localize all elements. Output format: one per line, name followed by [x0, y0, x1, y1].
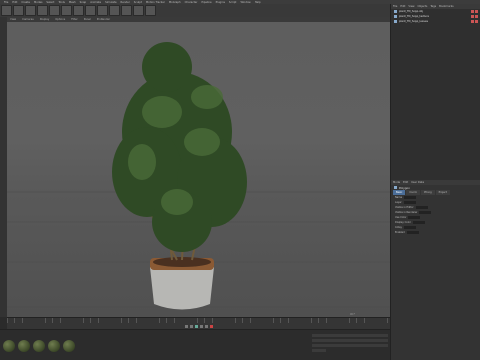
material-tag-icon[interactable] [471, 10, 474, 13]
material-swatch[interactable] [18, 340, 30, 352]
viewport[interactable] [7, 22, 390, 317]
camera-icon[interactable] [145, 5, 156, 16]
coord-apply[interactable] [312, 349, 326, 352]
material-tag-icon[interactable] [471, 20, 474, 23]
attribute-label: Use Color [395, 216, 407, 219]
viewport-menu-2[interactable]: Display [40, 18, 50, 21]
go-end-icon[interactable] [204, 325, 208, 328]
material-swatch[interactable] [63, 340, 75, 352]
attribute-label: Display Color [395, 221, 411, 224]
material-tag-icon[interactable] [475, 15, 478, 18]
right-panel: File Edit View Objects Tags Bookmarks plant_T… [390, 4, 480, 360]
attribute-value[interactable] [412, 220, 425, 225]
object-icon [394, 15, 397, 18]
go-start-icon[interactable] [184, 325, 188, 328]
undo-icon[interactable] [1, 5, 12, 16]
polygon-icon [394, 186, 397, 189]
record-icon[interactable] [209, 325, 213, 328]
object-menu-1[interactable]: Edit [400, 5, 405, 8]
redo-icon[interactable] [13, 5, 24, 16]
material-tag-icon[interactable] [471, 15, 474, 18]
attribute-value[interactable] [404, 195, 417, 200]
object-list: plant_TN_hopp.obj plant_TN_hopp_texturepl… [391, 9, 480, 24]
deformer-icon[interactable] [121, 5, 132, 16]
attribute-tab-1[interactable]: Coord. [406, 190, 421, 195]
viewport-menu-6[interactable]: ProRender [97, 18, 110, 21]
attribute-tab-0[interactable]: Basic [393, 190, 406, 195]
material-swatch[interactable] [48, 340, 60, 352]
plant-foliage [112, 42, 247, 252]
attribute-value[interactable] [406, 230, 419, 235]
next-frame-icon[interactable] [199, 325, 203, 328]
attribute-tab-3[interactable]: Project [435, 190, 450, 195]
object-tags [471, 20, 480, 23]
render-icon[interactable] [73, 5, 84, 16]
timeline[interactable] [7, 317, 390, 329]
attribute-tab-2[interactable]: Phong [421, 190, 435, 195]
object-icon [394, 20, 397, 23]
material-list [3, 340, 75, 352]
coord-y[interactable] [312, 339, 388, 342]
viewport-menu-5[interactable]: Panel [84, 18, 91, 21]
material-swatch[interactable] [3, 340, 15, 352]
coordinate-manager [310, 332, 390, 360]
attribute-manager: Mode Edit User Data Polygon Basic Coord. Pho… [391, 180, 480, 360]
scale-icon[interactable] [49, 5, 60, 16]
attribute-menu-2[interactable]: User Data [411, 181, 424, 184]
material-swatch[interactable] [33, 340, 45, 352]
attribute-value[interactable] [419, 210, 432, 215]
attribute-label: Visible in Editor [395, 206, 414, 209]
material-tag-icon[interactable] [475, 10, 478, 13]
viewport-menu-4[interactable]: Filter [71, 18, 77, 21]
object-icon [394, 10, 397, 13]
attribute-label: Visible in Renderer [395, 211, 418, 214]
attribute-label: X-Ray [395, 226, 402, 229]
rotate-icon[interactable] [61, 5, 72, 16]
viewport-menu-3[interactable]: Options [55, 18, 65, 21]
coord-z[interactable] [312, 344, 388, 347]
light-icon[interactable] [133, 5, 144, 16]
left-mode-bar [0, 17, 7, 317]
object-row[interactable]: plant_TN_hopp_leaves [391, 19, 480, 24]
nurbs-icon[interactable] [109, 5, 120, 16]
object-menu-2[interactable]: View [408, 5, 414, 8]
attribute-row: Enabled [391, 230, 480, 235]
attribute-label: Name [395, 196, 403, 199]
plant-pot [150, 257, 214, 310]
attribute-value[interactable] [408, 215, 421, 220]
object-name: plant_TN_hopp_leaves [399, 20, 428, 23]
main-toolbar [0, 4, 390, 17]
prev-frame-icon[interactable] [189, 325, 193, 328]
attribute-menu-1[interactable]: Edit [403, 181, 408, 184]
object-menu-4[interactable]: Tags [430, 5, 436, 8]
attribute-value[interactable] [415, 205, 428, 210]
attribute-menu-0[interactable]: Mode [393, 181, 400, 184]
object-tags [471, 10, 480, 13]
attribute-rows: Name Layer Visible in Editor Visible in Ren… [391, 195, 480, 235]
frame-end: 90 F [350, 313, 355, 316]
object-menu-5[interactable]: Bookmarks [439, 5, 454, 8]
object-menu-3[interactable]: Objects [418, 5, 428, 8]
attribute-label: Enabled [395, 231, 405, 234]
viewport-menu-0[interactable]: View [10, 18, 16, 21]
attribute-value[interactable] [403, 200, 416, 205]
object-name: plant_TN_hopp.obj [399, 10, 424, 13]
spline-icon[interactable] [97, 5, 108, 16]
viewport-menu-1[interactable]: Cameras [22, 18, 34, 21]
play-icon[interactable] [194, 325, 198, 328]
cube-icon[interactable] [85, 5, 96, 16]
attribute-label: Layer [395, 201, 402, 204]
object-tags [471, 15, 480, 18]
coord-x[interactable] [312, 334, 388, 337]
move-icon[interactable] [37, 5, 48, 16]
select-icon[interactable] [25, 5, 36, 16]
material-tag-icon[interactable] [475, 20, 478, 23]
attribute-value[interactable] [403, 225, 416, 230]
object-name: plant_TN_hopp_texture [399, 15, 429, 18]
object-menu-0[interactable]: File [393, 5, 397, 8]
plant-render [7, 42, 390, 310]
